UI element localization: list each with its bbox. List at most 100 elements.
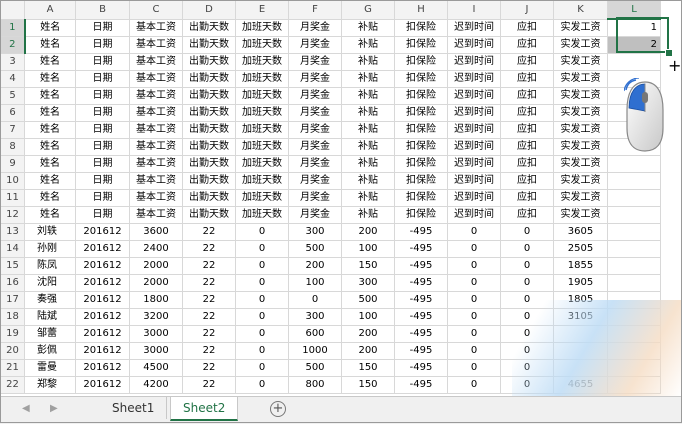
cell[interactable]: 300 bbox=[288, 308, 342, 326]
tab-sheet1[interactable]: Sheet1 bbox=[100, 397, 168, 419]
cell[interactable]: 日期 bbox=[75, 189, 130, 207]
cell[interactable]: 实发工资 bbox=[553, 189, 608, 207]
cell[interactable]: 2505 bbox=[553, 240, 608, 258]
cell[interactable]: 补贴 bbox=[341, 18, 395, 37]
cell[interactable]: 0 bbox=[447, 240, 501, 258]
cell[interactable]: 0 bbox=[447, 291, 501, 309]
cell[interactable]: 1000 bbox=[288, 342, 342, 360]
cell[interactable]: 800 bbox=[288, 376, 342, 394]
cell[interactable]: 应扣 bbox=[500, 18, 554, 37]
cell[interactable]: 基本工资 bbox=[129, 104, 183, 122]
cell[interactable]: 补贴 bbox=[341, 53, 395, 71]
cell[interactable] bbox=[553, 325, 608, 343]
cell[interactable]: 500 bbox=[288, 240, 342, 258]
cell[interactable]: 日期 bbox=[75, 206, 130, 224]
cell[interactable]: 基本工资 bbox=[129, 155, 183, 173]
row-header[interactable]: 7 bbox=[0, 121, 25, 139]
cell[interactable]: 0 bbox=[235, 359, 289, 377]
row-header[interactable]: 3 bbox=[0, 53, 25, 71]
cell[interactable]: 迟到时间 bbox=[447, 36, 501, 54]
spreadsheet-table[interactable]: ABCDEFGHIJKL 1 姓名 日期 基本工资 出勤天数 加班天数 月奖金 补贴 扣保险 迟到… bbox=[0, 0, 661, 394]
cell[interactable]: 月奖金 bbox=[288, 104, 342, 122]
cell[interactable]: 201612 bbox=[75, 308, 130, 326]
cell[interactable]: 补贴 bbox=[341, 104, 395, 122]
cell-l[interactable] bbox=[607, 172, 661, 190]
cell[interactable]: 0 bbox=[447, 342, 501, 360]
cell[interactable]: 0 bbox=[235, 291, 289, 309]
cell[interactable]: 出勤天数 bbox=[182, 53, 236, 71]
cell[interactable]: 应扣 bbox=[500, 87, 554, 105]
cell[interactable]: 姓名 bbox=[24, 138, 76, 156]
cell[interactable]: 加班天数 bbox=[235, 155, 289, 173]
cell[interactable]: 201612 bbox=[75, 223, 130, 241]
row-header[interactable]: 11 bbox=[0, 189, 25, 207]
cell[interactable]: -495 bbox=[394, 376, 448, 394]
cell[interactable]: 出勤天数 bbox=[182, 172, 236, 190]
cell[interactable]: 应扣 bbox=[500, 155, 554, 173]
cell[interactable]: 基本工资 bbox=[129, 138, 183, 156]
cell[interactable]: 彭佩 bbox=[24, 342, 76, 360]
cell[interactable]: 加班天数 bbox=[235, 172, 289, 190]
cell[interactable]: 基本工资 bbox=[129, 18, 183, 37]
cell[interactable]: 月奖金 bbox=[288, 53, 342, 71]
prev-sheet-icon[interactable]: ◀ bbox=[22, 403, 30, 414]
add-sheet-icon[interactable]: + bbox=[270, 401, 286, 417]
cell[interactable]: -495 bbox=[394, 359, 448, 377]
cell[interactable]: 0 bbox=[235, 274, 289, 292]
cell[interactable]: 日期 bbox=[75, 18, 130, 37]
cell-l[interactable] bbox=[607, 376, 661, 394]
cell[interactable]: 实发工资 bbox=[553, 121, 608, 139]
cell[interactable]: 500 bbox=[288, 359, 342, 377]
cell[interactable]: 姓名 bbox=[24, 172, 76, 190]
cell[interactable]: 4500 bbox=[129, 359, 183, 377]
cell-l[interactable] bbox=[607, 308, 661, 326]
cell[interactable]: 3000 bbox=[129, 342, 183, 360]
cell[interactable]: 基本工资 bbox=[129, 206, 183, 224]
cell[interactable]: 加班天数 bbox=[235, 206, 289, 224]
cell[interactable]: 出勤天数 bbox=[182, 189, 236, 207]
column-header-k[interactable]: K bbox=[553, 0, 608, 20]
cell[interactable]: 日期 bbox=[75, 104, 130, 122]
cell[interactable]: 孙刚 bbox=[24, 240, 76, 258]
cell[interactable]: 沈阳 bbox=[24, 274, 76, 292]
cell[interactable]: 出勤天数 bbox=[182, 87, 236, 105]
cell[interactable]: 扣保险 bbox=[394, 138, 448, 156]
cell[interactable]: 扣保险 bbox=[394, 18, 448, 37]
row-header[interactable]: 22 bbox=[0, 376, 25, 394]
cell-l[interactable] bbox=[607, 359, 661, 377]
row-header[interactable]: 14 bbox=[0, 240, 25, 258]
column-header-a[interactable]: A bbox=[24, 0, 76, 20]
cell[interactable]: 基本工资 bbox=[129, 172, 183, 190]
row-header[interactable]: 16 bbox=[0, 274, 25, 292]
cell[interactable]: 3200 bbox=[129, 308, 183, 326]
cell[interactable]: 应扣 bbox=[500, 189, 554, 207]
cell[interactable]: 0 bbox=[500, 359, 554, 377]
cell[interactable]: 日期 bbox=[75, 172, 130, 190]
row-header[interactable]: 2 bbox=[0, 36, 26, 54]
cell[interactable]: 2400 bbox=[129, 240, 183, 258]
cell[interactable]: 迟到时间 bbox=[447, 53, 501, 71]
cell[interactable]: 0 bbox=[447, 308, 501, 326]
cell[interactable]: 实发工资 bbox=[553, 53, 608, 71]
cell[interactable]: 扣保险 bbox=[394, 155, 448, 173]
cell-l[interactable] bbox=[607, 342, 661, 360]
cell-l[interactable] bbox=[607, 291, 661, 309]
cell[interactable]: 月奖金 bbox=[288, 138, 342, 156]
cell[interactable]: 2000 bbox=[129, 257, 183, 275]
cell[interactable]: 22 bbox=[182, 308, 236, 326]
cell[interactable]: 姓名 bbox=[24, 206, 76, 224]
cell-l[interactable] bbox=[607, 274, 661, 292]
cell[interactable]: 迟到时间 bbox=[447, 70, 501, 88]
cell[interactable]: 日期 bbox=[75, 155, 130, 173]
cell[interactable]: 出勤天数 bbox=[182, 206, 236, 224]
cell[interactable]: 补贴 bbox=[341, 155, 395, 173]
cell[interactable]: 3105 bbox=[553, 308, 608, 326]
cell[interactable]: 0 bbox=[447, 257, 501, 275]
row-header[interactable]: 1 bbox=[0, 18, 26, 37]
cell[interactable]: 出勤天数 bbox=[182, 121, 236, 139]
cell[interactable]: 22 bbox=[182, 291, 236, 309]
cell[interactable]: 扣保险 bbox=[394, 206, 448, 224]
cell[interactable]: 22 bbox=[182, 257, 236, 275]
cell[interactable]: 201612 bbox=[75, 359, 130, 377]
cell[interactable]: 加班天数 bbox=[235, 70, 289, 88]
